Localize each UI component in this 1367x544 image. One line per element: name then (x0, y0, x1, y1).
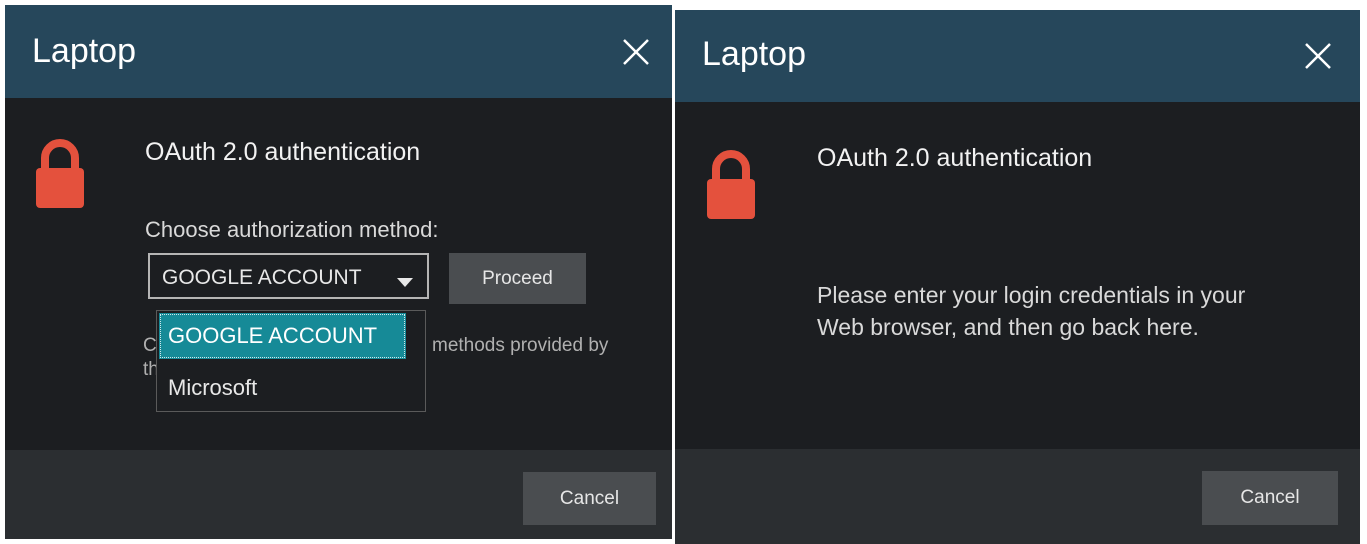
cancel-button[interactable]: Cancel (1202, 471, 1338, 525)
method-dropdown-list: GOOGLE ACCOUNT Microsoft (156, 310, 426, 412)
proceed-button[interactable]: Proceed (449, 253, 586, 304)
auth-heading: OAuth 2.0 authentication (817, 144, 1093, 172)
close-icon[interactable] (1300, 38, 1336, 74)
left-dialog: Laptop OAuth 2.0 authentication Choose a… (5, 5, 672, 539)
auth-heading: OAuth 2.0 authentication (145, 138, 421, 166)
dialog-title: Laptop (32, 32, 136, 70)
right-dialog: Laptop OAuth 2.0 authentication Please e… (675, 10, 1360, 544)
chevron-down-icon (397, 274, 413, 292)
dialog-footer: Cancel (675, 449, 1360, 544)
dialog-body: OAuth 2.0 authentication Choose authoriz… (5, 98, 672, 450)
cancel-button[interactable]: Cancel (523, 472, 656, 525)
dropdown-option-microsoft[interactable]: Microsoft (159, 365, 406, 411)
instruction-message: Please enter your login credentials in y… (817, 282, 1246, 340)
dropdown-option-google[interactable]: GOOGLE ACCOUNT (159, 313, 406, 359)
lock-icon (705, 149, 757, 224)
title-bar: Laptop (675, 10, 1360, 102)
dialog-footer: Cancel (5, 450, 672, 539)
dialog-body: OAuth 2.0 authentication Please enter yo… (675, 102, 1360, 449)
choose-method-label: Choose authorization method: (145, 217, 439, 242)
hint-text: methods provided by (432, 335, 609, 356)
select-value: GOOGLE ACCOUNT (162, 266, 362, 289)
method-select[interactable]: GOOGLE ACCOUNT (148, 253, 429, 299)
title-bar: Laptop (5, 5, 672, 98)
lock-icon (34, 138, 86, 213)
close-icon[interactable] (618, 34, 654, 70)
dialog-title: Laptop (702, 35, 806, 73)
